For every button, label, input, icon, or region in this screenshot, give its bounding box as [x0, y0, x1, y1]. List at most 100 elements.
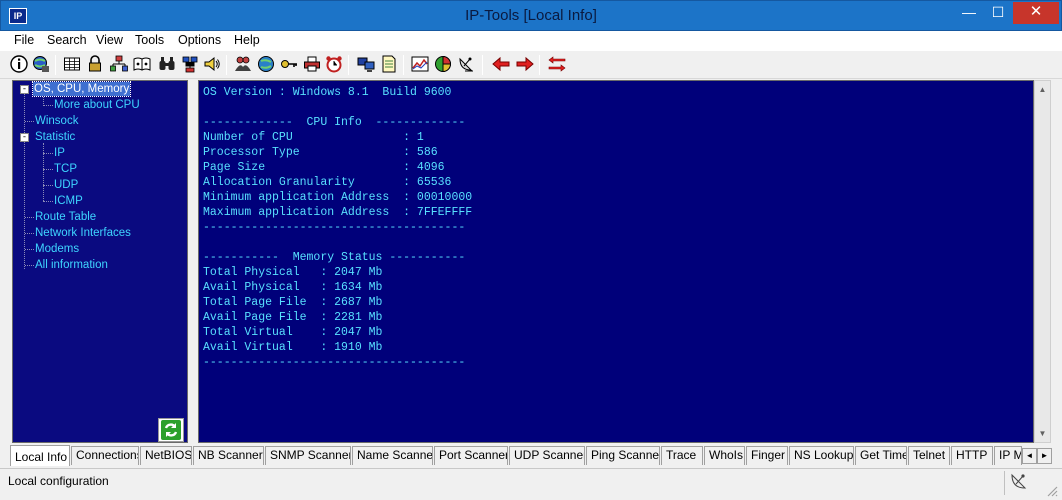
refresh-button[interactable] [158, 418, 184, 442]
tree-item-udp[interactable]: UDP [54, 178, 78, 192]
tab-snmp-scanner[interactable]: SNMP Scanner [265, 446, 351, 465]
key-icon[interactable] [280, 55, 298, 73]
tree-connector [43, 169, 53, 170]
output-text-area[interactable]: OS Version : Windows 8.1 Build 9600 ----… [198, 80, 1034, 443]
menu-help[interactable]: Help [234, 33, 260, 47]
tree-connector [25, 233, 34, 234]
globe-network-icon[interactable] [32, 55, 50, 73]
tree-item-all-information[interactable]: All information [35, 258, 108, 272]
tree-collapse-icon[interactable]: - [20, 85, 29, 94]
toolbar-separator [226, 55, 227, 75]
pie-chart-icon[interactable] [434, 55, 452, 73]
scroll-down-icon[interactable]: ▼ [1035, 425, 1050, 442]
tab-trace[interactable]: Trace [661, 446, 703, 465]
tree-item-more-about-cpu[interactable]: More about CPU [54, 98, 140, 112]
output-line: OS Version : Windows 8.1 Build 9600 [203, 86, 452, 99]
info-icon[interactable] [10, 55, 28, 73]
tree-item-winsock[interactable]: Winsock [35, 114, 78, 128]
computers-icon[interactable] [357, 55, 375, 73]
tree-item-ip[interactable]: IP [54, 146, 65, 160]
output-line: ----------- Memory Status ----------- [203, 251, 466, 264]
tab-connections[interactable]: Connections [71, 446, 139, 465]
tab-scroll-left-icon[interactable]: ◄ [1022, 448, 1037, 464]
menu-bar: File Search View Tools Options Help [0, 31, 1062, 51]
tab-whois[interactable]: WhoIs [704, 446, 745, 465]
tab-telnet[interactable]: Telnet [908, 446, 950, 465]
tree-item-tcp[interactable]: TCP [54, 162, 77, 176]
close-button[interactable]: ✕ [1013, 2, 1059, 24]
arrow-left-icon[interactable] [492, 55, 510, 73]
maximize-button[interactable]: ☐ [985, 2, 1011, 24]
lock-icon[interactable] [86, 55, 104, 73]
output-line: Total Physical : 2047 Mb [203, 266, 383, 279]
globe-refresh-icon[interactable] [257, 55, 275, 73]
toolbar-separator [348, 55, 349, 75]
graph-icon[interactable] [411, 55, 429, 73]
tree-item-route-table[interactable]: Route Table [35, 210, 96, 224]
tree-connector [25, 121, 34, 122]
arrow-right-icon[interactable] [516, 55, 534, 73]
satellite-dish-icon[interactable] [457, 55, 475, 73]
output-line: Maximum application Address : 7FFEFFFF [203, 206, 473, 219]
book-icon[interactable] [133, 55, 151, 73]
tab-http[interactable]: HTTP [951, 446, 993, 465]
tab-ip-monitor[interactable]: IP M [994, 446, 1022, 465]
window-title: IP-Tools [Local Info] [465, 7, 597, 24]
table-icon[interactable] [63, 55, 81, 73]
resize-grip-icon[interactable] [1046, 485, 1058, 497]
vertical-scrollbar[interactable]: ▲ ▼ [1034, 80, 1051, 443]
speaker-icon[interactable] [203, 55, 221, 73]
tab-port-scanner[interactable]: Port Scanner [434, 446, 508, 465]
output-line: Total Page File : 2687 Mb [203, 296, 383, 309]
alarm-clock-icon[interactable] [325, 55, 343, 73]
tab-netbios[interactable]: NetBIOS [140, 446, 192, 465]
document-icon[interactable] [380, 55, 398, 73]
binoculars-icon[interactable] [158, 55, 176, 73]
tab-get-time[interactable]: Get Time [855, 446, 907, 465]
tab-local-info[interactable]: Local Info [10, 445, 70, 466]
tab-scroll-right-icon[interactable]: ► [1037, 448, 1052, 464]
output-line: Minimum application Address : 00010000 [203, 191, 473, 204]
menu-options[interactable]: Options [178, 33, 221, 47]
tree-item-modems[interactable]: Modems [35, 242, 79, 256]
menu-file[interactable]: File [14, 33, 34, 47]
tab-ping-scanner[interactable]: Ping Scanner [586, 446, 660, 465]
status-bar: Local configuration [0, 468, 1062, 500]
output-line: Allocation Granularity : 65536 [203, 176, 452, 189]
tree-connector [25, 217, 34, 218]
tab-strip: Local Info Connections NetBIOS NB Scanne… [10, 445, 1062, 466]
tree-connector [25, 249, 34, 250]
host-monitor-icon[interactable] [181, 55, 199, 73]
tab-nb-scanner[interactable]: NB Scanner [193, 446, 264, 465]
split-arrows-icon[interactable] [548, 55, 566, 73]
menu-view[interactable]: View [96, 33, 123, 47]
output-line: Processor Type : 586 [203, 146, 438, 159]
tree-connector [43, 201, 53, 202]
tab-ns-lookup[interactable]: NS Lookup [789, 446, 854, 465]
tree-view[interactable]: - - OS, CPU, Memory More about CPU Winso… [12, 80, 188, 443]
menu-tools[interactable]: Tools [135, 33, 164, 47]
toolbar-separator [482, 55, 483, 75]
tree-item-statistic[interactable]: Statistic [35, 130, 75, 144]
output-line: Number of CPU : 1 [203, 131, 424, 144]
tree-connector [43, 105, 53, 106]
menu-search[interactable]: Search [47, 33, 87, 47]
network-tree-icon[interactable] [110, 55, 128, 73]
tab-finger[interactable]: Finger [746, 446, 788, 465]
users-icon[interactable] [234, 55, 252, 73]
printer-icon[interactable] [303, 55, 321, 73]
toolbar-separator [539, 55, 540, 75]
scroll-up-icon[interactable]: ▲ [1035, 81, 1050, 98]
output-line: Total Virtual : 2047 Mb [203, 326, 383, 339]
tree-connector [25, 265, 34, 266]
tree-item-icmp[interactable]: ICMP [54, 194, 83, 208]
tree-item-network-interfaces[interactable]: Network Interfaces [35, 226, 131, 240]
tree-collapse-icon[interactable]: - [20, 133, 29, 142]
tab-udp-scanner[interactable]: UDP Scanner [509, 446, 585, 465]
tab-name-scanner[interactable]: Name Scanner [352, 446, 433, 465]
minimize-button[interactable]: — [956, 2, 982, 24]
tree-item-os-cpu-memory[interactable]: OS, CPU, Memory [31, 81, 132, 97]
output-line: -------------------------------------- [203, 356, 466, 369]
